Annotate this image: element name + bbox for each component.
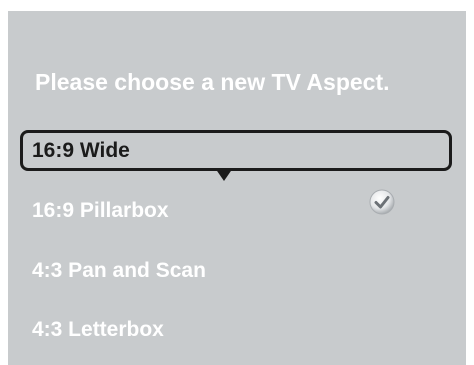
caret-down-icon	[215, 168, 233, 181]
option-16-9-wide[interactable]: 16:9 Wide	[20, 130, 452, 171]
option-label: 4:3 Pan and Scan	[32, 258, 206, 282]
option-label: 4:3 Letterbox	[32, 317, 164, 341]
option-4-3-pan-and-scan[interactable]: 4:3 Pan and Scan	[20, 250, 452, 291]
aspect-dialog: Please choose a new TV Aspect. 16:9 Wide…	[8, 11, 466, 365]
option-4-3-letterbox[interactable]: 4:3 Letterbox	[20, 309, 452, 350]
dialog-title: Please choose a new TV Aspect.	[35, 69, 390, 95]
option-label: 16:9 Pillarbox	[32, 198, 169, 222]
checkmark-icon	[369, 189, 395, 215]
option-label: 16:9 Wide	[32, 138, 130, 162]
